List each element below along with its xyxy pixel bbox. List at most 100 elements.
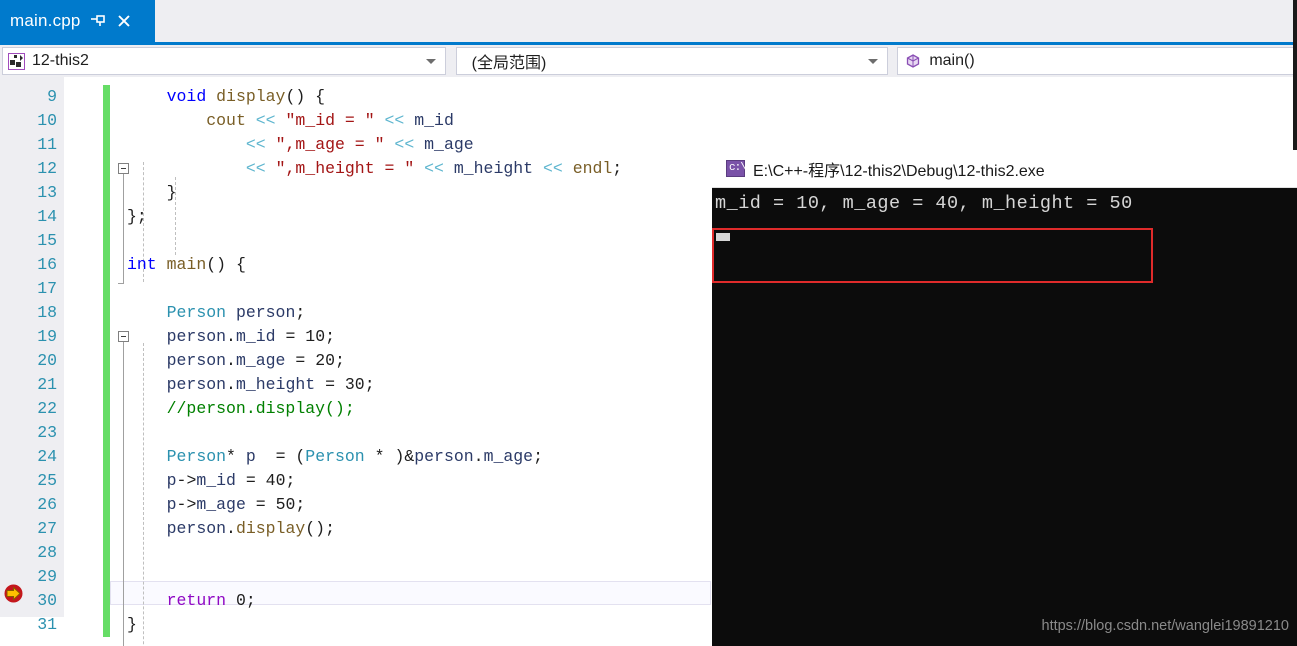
code-line[interactable]: 22 //person.display(); xyxy=(0,397,720,421)
line-number: 9 xyxy=(47,87,57,106)
change-bar xyxy=(103,541,110,565)
code-line[interactable]: 15 xyxy=(0,229,720,253)
console-title-bar[interactable]: c:\ E:\C++-程序\12-this2\Debug\12-this2.ex… xyxy=(712,150,1297,188)
line-number: 11 xyxy=(37,135,57,154)
code-line[interactable]: 13 } xyxy=(0,181,720,205)
line-number: 10 xyxy=(37,111,57,130)
change-bar xyxy=(103,613,110,637)
code-line[interactable]: 18 Person person; xyxy=(0,301,720,325)
change-bar xyxy=(103,109,110,133)
code-line[interactable]: 19 person.m_id = 10; xyxy=(0,325,720,349)
change-bar xyxy=(103,373,110,397)
code-line-text: p->m_age = 50; xyxy=(166,495,306,514)
code-line[interactable]: 21 person.m_height = 30; xyxy=(0,373,720,397)
code-line-text: << ",m_height = " << m_height << endl; xyxy=(245,159,623,178)
change-bar xyxy=(103,493,110,517)
output-highlight-annotation xyxy=(712,228,1153,283)
change-bar xyxy=(103,589,110,613)
line-number: 23 xyxy=(37,423,57,442)
code-line-text: << ",m_age = " << m_age xyxy=(245,135,474,154)
command-prompt-glyph: c:\ xyxy=(729,162,747,174)
line-number: 22 xyxy=(37,399,57,418)
code-line-text: void display() { xyxy=(166,87,326,106)
code-line[interactable]: 14}; xyxy=(0,205,720,229)
code-line-text: person.display(); xyxy=(166,519,335,538)
line-number: 17 xyxy=(37,279,57,298)
line-number: 16 xyxy=(37,255,57,274)
code-line[interactable]: 27 person.display(); xyxy=(0,517,720,541)
code-line[interactable]: 17 xyxy=(0,277,720,301)
code-line-text: } xyxy=(166,183,177,202)
line-number: 14 xyxy=(37,207,57,226)
scope-dropdown[interactable]: (全局范围) xyxy=(455,47,889,75)
code-line-text: person.m_id = 10; xyxy=(166,327,335,346)
editor-tab-main-cpp[interactable]: main.cpp xyxy=(0,0,155,42)
change-bar xyxy=(103,469,110,493)
code-line[interactable]: 30 return 0; xyxy=(0,589,720,613)
console-window[interactable]: c:\ E:\C++-程序\12-this2\Debug\12-this2.ex… xyxy=(712,150,1297,646)
change-bar xyxy=(103,301,110,325)
line-number: 18 xyxy=(37,303,57,322)
pin-icon[interactable] xyxy=(89,12,107,30)
change-bar xyxy=(103,85,110,109)
line-number: 19 xyxy=(37,327,57,346)
line-number: 29 xyxy=(37,567,57,586)
code-line[interactable]: 28 xyxy=(0,541,720,565)
change-bar xyxy=(103,253,110,277)
code-line[interactable]: 12 << ",m_height = " << m_height << endl… xyxy=(0,157,720,181)
code-line[interactable]: 24 Person* p = (Person * )&person.m_age; xyxy=(0,445,720,469)
code-line[interactable]: 31} xyxy=(0,613,720,637)
tab-label: main.cpp xyxy=(10,11,81,30)
code-line[interactable]: 26 p->m_age = 50; xyxy=(0,493,720,517)
console-output-text: m_id = 10, m_age = 40, m_height = 50 xyxy=(715,193,1133,214)
member-dropdown-label: main() xyxy=(929,52,975,69)
line-number: 15 xyxy=(37,231,57,250)
line-number: 24 xyxy=(37,447,57,466)
code-line-text: Person person; xyxy=(166,303,306,322)
code-line-text: p->m_id = 40; xyxy=(166,471,296,490)
change-bar xyxy=(103,205,110,229)
change-bar xyxy=(103,517,110,541)
line-number: 27 xyxy=(37,519,57,538)
change-bar xyxy=(103,397,110,421)
code-line[interactable]: 10 cout << "m_id = " << m_id xyxy=(0,109,720,133)
change-bar xyxy=(103,181,110,205)
change-bar xyxy=(103,133,110,157)
code-line[interactable]: 16 int main() { xyxy=(0,253,720,277)
change-bar xyxy=(103,349,110,373)
console-output-area[interactable]: m_id = 10, m_age = 40, m_height = 50 htt… xyxy=(712,188,1297,646)
code-line-text: person.m_height = 30; xyxy=(166,375,375,394)
close-icon[interactable] xyxy=(115,12,133,30)
code-line-text: } xyxy=(127,615,137,634)
code-line-text: //person.display(); xyxy=(166,399,355,418)
change-bar xyxy=(103,229,110,253)
console-cursor xyxy=(716,233,730,241)
code-line[interactable]: 29 xyxy=(0,565,720,589)
project-dropdown-label: 12-this2 xyxy=(32,52,89,69)
change-bar xyxy=(103,565,110,589)
code-line[interactable]: 11 << ",m_age = " << m_age xyxy=(0,133,720,157)
code-line[interactable]: 20 person.m_age = 20; xyxy=(0,349,720,373)
code-line[interactable]: 23 xyxy=(0,421,720,445)
line-number: 13 xyxy=(37,183,57,202)
member-dropdown[interactable]: main() xyxy=(897,47,1297,75)
line-number: 30 xyxy=(37,591,57,610)
chevron-down-icon[interactable] xyxy=(425,59,436,64)
code-line[interactable]: 25 p->m_id = 40; xyxy=(0,469,720,493)
code-line[interactable]: 9 void display() { xyxy=(0,85,720,109)
line-number: 31 xyxy=(37,615,57,634)
code-line-text: }; xyxy=(127,207,147,226)
project-dropdown[interactable]: 12-this2 xyxy=(2,47,446,75)
change-bar xyxy=(103,277,110,301)
line-number: 25 xyxy=(37,471,57,490)
change-bar xyxy=(103,421,110,445)
code-line-text: Person* p = (Person * )&person.m_age; xyxy=(166,447,543,466)
line-number: 12 xyxy=(37,159,57,178)
console-title-text: E:\C++-程序\12-this2\Debug\12-this2.exe xyxy=(753,162,1045,180)
change-bar xyxy=(103,445,110,469)
chevron-down-icon[interactable] xyxy=(868,59,879,64)
line-number: 28 xyxy=(37,543,57,562)
watermark-text: https://blog.csdn.net/wanglei19891210 xyxy=(1041,618,1290,634)
change-bar xyxy=(103,157,110,181)
project-icon xyxy=(8,52,25,70)
